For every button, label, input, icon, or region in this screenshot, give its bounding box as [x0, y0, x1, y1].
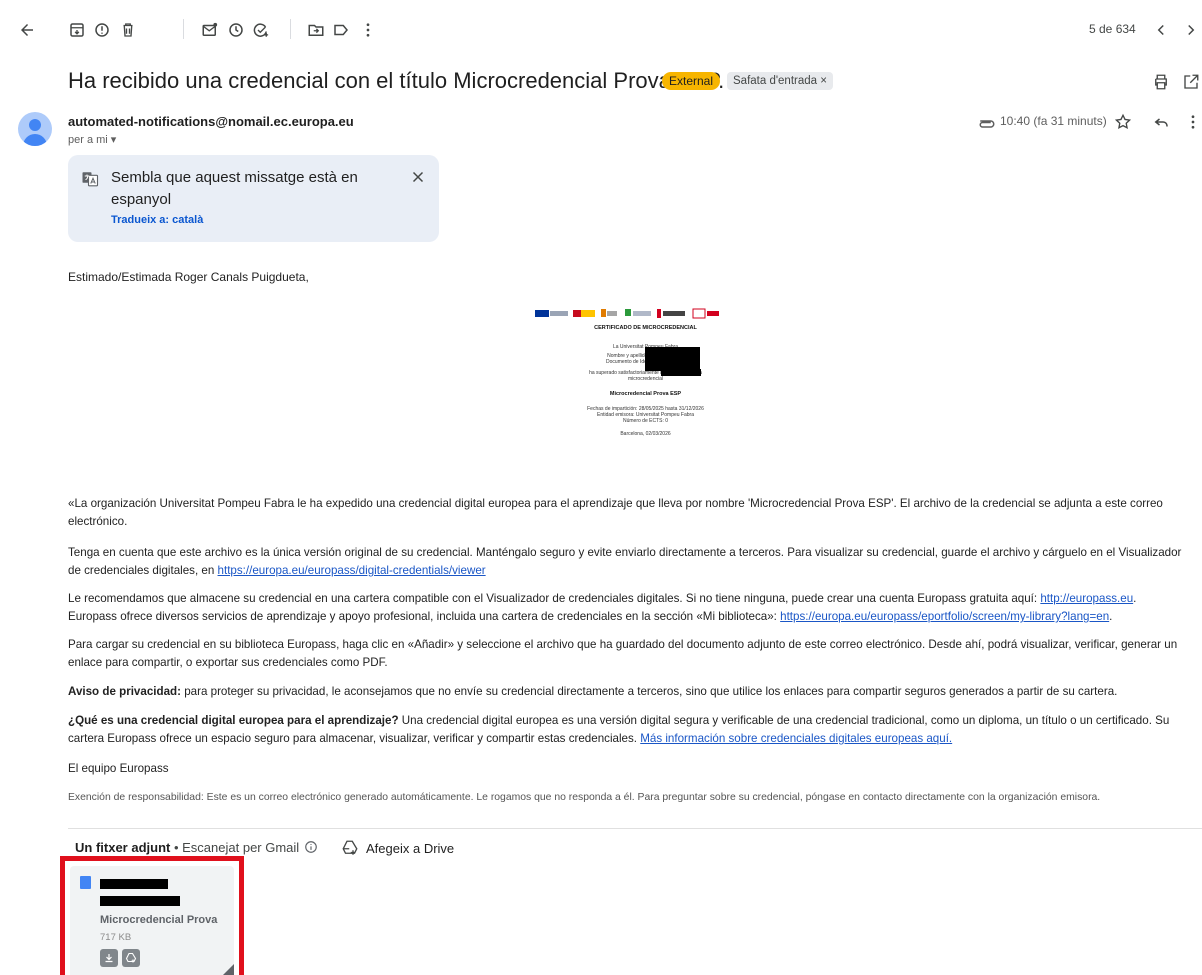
message-counter: 5 de 634	[1089, 22, 1136, 36]
toolbar-separator	[183, 19, 184, 39]
attachments-divider	[68, 828, 1202, 829]
paragraph-about: ¿Qué es una credencial digital europea p…	[68, 712, 1188, 748]
sender-email[interactable]: automated-notifications@nomail.ec.europa…	[68, 114, 354, 129]
label-icon[interactable]	[330, 19, 352, 41]
paragraph-text: .	[1109, 610, 1113, 623]
report-spam-icon[interactable]	[91, 19, 113, 41]
add-to-drive-button[interactable]: Afegeix a Drive	[340, 838, 454, 858]
translate-message: Sembla que aquest missatge està en espan…	[111, 169, 358, 208]
external-label[interactable]: External	[662, 72, 721, 90]
translate-icon	[80, 169, 100, 189]
file-icon	[80, 876, 91, 889]
library-link[interactable]: https://europa.eu/europass/eportfolio/sc…	[780, 610, 1109, 623]
drive-add-icon	[340, 838, 360, 858]
move-to-icon[interactable]	[305, 19, 327, 41]
attachment-name: Microcredencial Prova	[100, 914, 218, 926]
print-icon[interactable]	[1150, 71, 1172, 93]
translate-banner: Sembla que aquest missatge està en espan…	[68, 155, 439, 242]
page-fold	[212, 964, 234, 975]
redaction-block	[100, 896, 180, 906]
greeting: Estimado/Estimada Roger Canals Puigdueta…	[68, 270, 309, 284]
redaction-block	[645, 347, 700, 371]
download-icon[interactable]	[100, 949, 118, 967]
about-heading: ¿Qué es una credencial digital europea p…	[68, 714, 399, 727]
add-to-drive-label: Afegeix a Drive	[366, 840, 455, 856]
paragraph-wallet: Le recomendamos que almacene su credenci…	[68, 590, 1188, 626]
snooze-icon[interactable]	[225, 19, 247, 41]
recipient-details[interactable]: per a mi ▾	[68, 133, 116, 146]
inbox-label[interactable]: Safata d'entrada ×	[727, 72, 833, 90]
save-to-drive-icon[interactable]	[122, 949, 140, 967]
paragraph-original: Tenga en cuenta que este archivo es la ú…	[68, 544, 1188, 580]
certificate-title: CERTIFICADO DE MICROCREDENCIAL	[594, 325, 697, 331]
open-new-window-icon[interactable]	[1180, 71, 1202, 93]
attachment-card[interactable]: Microcredencial Prova 717 KB	[70, 866, 234, 975]
certificate-preview[interactable]: CERTIFICADO DE MICROCREDENCIAL La Univer…	[533, 303, 758, 448]
paragraph-text: Le recomendamos que almacene su credenci…	[68, 592, 1041, 605]
delete-icon[interactable]	[117, 19, 139, 41]
more-vert-icon[interactable]	[357, 19, 379, 41]
reply-icon[interactable]	[1150, 111, 1172, 133]
paragraph-issued: «La organización Universitat Pompeu Fabr…	[68, 497, 1163, 528]
certificate-line: microcredencial	[627, 376, 663, 382]
attachments-header: Un fitxer adjunt • Escanejat per Gmail	[75, 840, 299, 855]
email-subject: Ha recibido una credencial con el título…	[68, 68, 725, 93]
sender-avatar[interactable]	[18, 112, 52, 146]
attachment-size: 717 KB	[100, 932, 132, 943]
europass-link[interactable]: http://europass.eu	[1040, 592, 1133, 605]
paragraph-privacy: Aviso de privacidad: para proteger su pr…	[68, 683, 1188, 701]
received-time: 10:40 (fa 31 minuts)	[1000, 114, 1107, 128]
back-arrow-icon[interactable]	[16, 19, 38, 41]
paragraph-text: para proteger su privacidad, le aconseja…	[180, 685, 1118, 698]
privacy-heading: Aviso de privacidad:	[68, 685, 181, 698]
close-icon[interactable]	[407, 166, 429, 188]
attachment-count: Un fitxer adjunt	[75, 840, 171, 855]
paragraph-upload: Para cargar su credencial en su bibliote…	[68, 638, 1178, 669]
viewer-link[interactable]: https://europa.eu/europass/digital-crede…	[218, 564, 486, 577]
info-icon[interactable]	[304, 840, 318, 854]
certificate-name: Microcredencial Prova ESP	[609, 391, 682, 397]
translate-action-link[interactable]: Tradueix a: català	[111, 214, 203, 226]
redaction-block	[100, 879, 168, 889]
star-icon[interactable]	[1112, 111, 1134, 133]
attachment-clip-icon	[978, 113, 996, 129]
disclaimer: Exención de responsabilidad: Este es un …	[68, 792, 1101, 803]
partner-logos	[535, 308, 719, 319]
add-to-tasks-icon[interactable]	[250, 19, 272, 41]
message-more-icon[interactable]	[1182, 111, 1202, 133]
toolbar-separator	[290, 19, 291, 39]
redaction-block	[661, 369, 701, 376]
signoff: El equipo Europass	[68, 762, 169, 775]
mark-unread-icon[interactable]	[199, 19, 221, 41]
archive-icon[interactable]	[66, 19, 88, 41]
certificate-line: Barcelona, 02/03/2026	[620, 431, 671, 437]
certificate-line: Número de ECTS: 0	[622, 418, 669, 424]
scan-status: • Escanejat per Gmail	[173, 840, 300, 855]
older-chevron-icon[interactable]	[1180, 19, 1202, 41]
more-info-link[interactable]: Más información sobre credenciales digit…	[640, 732, 952, 745]
newer-chevron-icon[interactable]	[1150, 19, 1172, 41]
